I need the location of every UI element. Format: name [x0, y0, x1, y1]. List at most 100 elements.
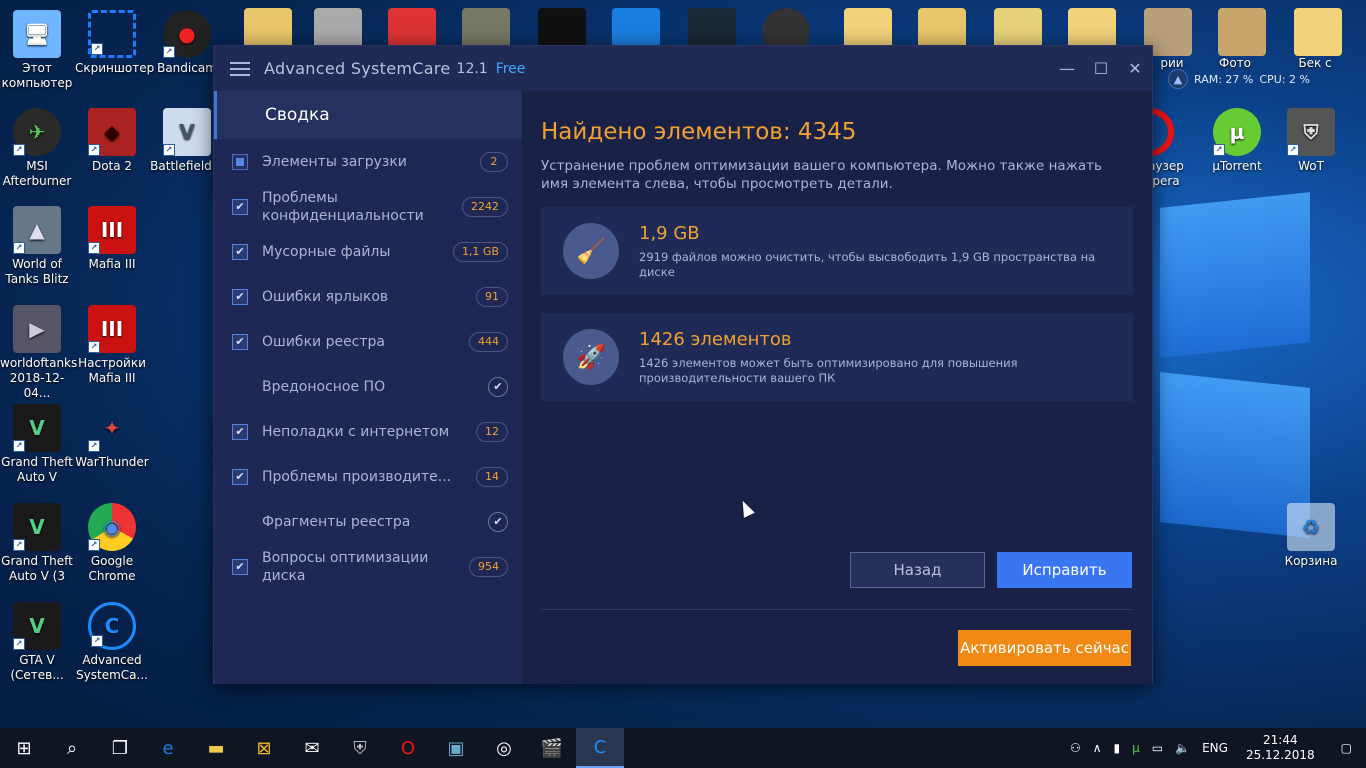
close-button[interactable]: ✕: [1118, 46, 1152, 91]
found-description: Устранение проблем оптимизации вашего ко…: [541, 158, 1102, 192]
results-panel: Найдено элементов: 4345 Устранение пробл…: [522, 91, 1152, 684]
sidebar-item-internet[interactable]: ✔ Неполадки с интернетом 12: [214, 409, 522, 454]
desktop-icon-wot[interactable]: ⛨ ↗ WoT: [1274, 108, 1348, 174]
checkbox-privacy[interactable]: ✔: [232, 198, 248, 215]
edge-taskbar-icon[interactable]: e: [144, 728, 192, 768]
desktop-icon-dota2[interactable]: ◆ ↗ Dota 2: [75, 108, 149, 174]
video-editor-icon[interactable]: 🎬: [528, 728, 576, 768]
search-icon[interactable]: ⌕: [48, 728, 96, 768]
utorrent-tray-icon[interactable]: µ: [1126, 741, 1146, 755]
rocket-icon: 🚀: [563, 329, 619, 385]
gta-icon: V ↗: [13, 602, 61, 650]
people-icon[interactable]: ⚇: [1064, 741, 1087, 755]
checkbox-performance[interactable]: ✔: [232, 468, 248, 485]
minimize-button[interactable]: —: [1050, 46, 1084, 91]
back-button[interactable]: Назад: [850, 552, 985, 588]
count-badge: 1,1 GB: [452, 241, 508, 262]
start-button[interactable]: ⊞: [0, 728, 48, 768]
clock-time: 21:44: [1263, 733, 1298, 747]
sidebar-item-startup[interactable]: Элементы загрузки 2: [214, 139, 522, 184]
desktop-icon-recycle-bin[interactable]: ♻ Корзина: [1274, 503, 1348, 569]
broom-icon: 🧹: [563, 223, 619, 279]
system-monitor-widget[interactable]: ▲ RAM: 27 % CPU: 2 %: [1168, 68, 1360, 90]
systemcare-taskbar-icon[interactable]: C: [576, 728, 624, 768]
wallpaper-beams: [1130, 170, 1366, 700]
rocket-icon: ▲: [1168, 69, 1188, 89]
desktop-icon-mafia3[interactable]: III ↗ Mafia III: [75, 206, 149, 272]
sidebar-item-performance[interactable]: ✔ Проблемы производите... 14: [214, 454, 522, 499]
network-icon[interactable]: ▭: [1146, 741, 1169, 755]
checkbox-junk[interactable]: ✔: [232, 243, 248, 260]
mafia-icon: III ↗: [88, 305, 136, 353]
sidebar-item-shortcuts[interactable]: ✔ Ошибки ярлыков 91: [214, 274, 522, 319]
app-title: Advanced SystemCare: [264, 59, 451, 78]
sidebar-item-privacy[interactable]: ✔ Проблемы конфиденциальности 2242: [214, 184, 522, 229]
opera-taskbar-icon[interactable]: O: [384, 728, 432, 768]
screenshot-icon: ↗: [88, 10, 136, 58]
sidebar-item-junk[interactable]: ✔ Мусорные файлы 1,1 GB: [214, 229, 522, 274]
language-indicator[interactable]: ENG: [1196, 741, 1234, 755]
advanced-systemcare-window: Advanced SystemCare 12.1 Free — ☐ ✕ Свод…: [213, 45, 1153, 684]
result-card-performance[interactable]: 🚀 1426 элементов 1426 элементов может бы…: [541, 313, 1133, 401]
desktop-icon-warthunder[interactable]: ✦ ↗ WarThunder: [75, 404, 149, 470]
steelseries-icon[interactable]: ◎: [480, 728, 528, 768]
desktop-icon-gta5[interactable]: V ↗ Grand Theft Auto V: [0, 404, 74, 485]
mail-icon[interactable]: ✉: [288, 728, 336, 768]
checkbox-registry[interactable]: ✔: [232, 333, 248, 350]
sidebar-header-label: Сводка: [265, 105, 330, 125]
desktop-icon-wot-blitz[interactable]: ▲ ↗ World of Tanks Blitz: [0, 206, 74, 287]
count-badge: 444: [469, 331, 508, 352]
desktop-icon-advanced-systemcare[interactable]: C ↗ Advanced SystemCa...: [75, 602, 149, 683]
notifications-icon[interactable]: ▢: [1327, 741, 1366, 755]
menu-icon[interactable]: [230, 61, 250, 76]
activate-now-button[interactable]: Активировать сейчас: [958, 630, 1131, 666]
app-version: 12.1: [456, 60, 488, 77]
sidebar-item-disk-optimization[interactable]: ✔ Вопросы оптимизации диска 954: [214, 544, 522, 589]
count-badge: 12: [476, 421, 508, 442]
task-view-icon[interactable]: ❐: [96, 728, 144, 768]
wot-taskbar-icon[interactable]: ⛨: [336, 728, 384, 768]
checkbox-startup[interactable]: [232, 153, 248, 170]
desktop-icon-wot-video[interactable]: ▶ worldoftanks 2018-12-04...: [0, 305, 77, 401]
sidebar-item-summary[interactable]: Сводка: [214, 91, 522, 139]
file-explorer-icon[interactable]: ▬: [192, 728, 240, 768]
desktop-icon-mafia3-settings[interactable]: III ↗ Настройки Mafia III: [75, 305, 149, 386]
result-card-junk[interactable]: 🧹 1,9 GB 2919 файлов можно очистить, что…: [541, 207, 1133, 295]
desktop-icon-gta5-alt[interactable]: V ↗ Grand Theft Auto V (3: [0, 503, 74, 584]
store-icon[interactable]: ⊠: [240, 728, 288, 768]
signal-icon[interactable]: ▮: [1108, 741, 1127, 755]
desktop-icon-gta5-online[interactable]: V ↗ GTA V (Сетев...: [0, 602, 74, 683]
control-panel-icon[interactable]: ▣: [432, 728, 480, 768]
count-badge: 954: [469, 556, 508, 577]
maximize-button[interactable]: ☐: [1084, 46, 1118, 91]
dota-icon: ◆ ↗: [88, 108, 136, 156]
sidebar-item-registry-fragments[interactable]: Фрагменты реестра ✔: [214, 499, 522, 544]
folder-icon[interactable]: [1218, 8, 1266, 56]
desktop-icon-chrome[interactable]: ◉ ↗ Google Chrome: [75, 503, 149, 584]
system-tray: ⚇ ∧ ▮ µ ▭ 🔈 ENG 21:44 25.12.2018 ▢: [1064, 728, 1366, 768]
desktop-icon-msi-afterburner[interactable]: ✈ ↗ MSI Afterburner: [0, 108, 74, 189]
clock[interactable]: 21:44 25.12.2018: [1234, 733, 1327, 763]
cpu-usage: CPU: 2 %: [1259, 72, 1310, 86]
card-text: 1426 элементов может быть оптимизировано…: [639, 355, 1018, 385]
sidebar-item-registry[interactable]: ✔ Ошибки реестра 444: [214, 319, 522, 364]
title-bar[interactable]: Advanced SystemCare 12.1 Free — ☐ ✕: [214, 46, 1152, 91]
card-value: 1426 элементов: [639, 328, 792, 350]
desktop-icon-utorrent[interactable]: µ ↗ µTorrent: [1200, 108, 1274, 174]
check-circle-icon: ✔: [488, 511, 508, 532]
chevron-up-icon[interactable]: ∧: [1087, 741, 1108, 755]
checkbox-internet[interactable]: ✔: [232, 423, 248, 440]
sidebar-item-malware[interactable]: Вредоносное ПО ✔: [214, 364, 522, 409]
fix-button[interactable]: Исправить: [997, 552, 1132, 588]
checkbox-shortcuts[interactable]: ✔: [232, 288, 248, 305]
chrome-icon: ◉ ↗: [88, 503, 136, 551]
taskbar: ⊞ ⌕ ❐ e ▬ ⊠ ✉ ⛨ O ▣ ◎ 🎬 C ⚇ ∧ ▮ µ ▭ 🔈 EN…: [0, 728, 1366, 768]
count-badge: 14: [476, 466, 508, 487]
checkbox-disk[interactable]: ✔: [232, 558, 248, 575]
desktop-icon-this-pc[interactable]: 🖥 Этот компьютер: [0, 10, 74, 91]
clock-date: 25.12.2018: [1245, 748, 1315, 762]
volume-icon[interactable]: 🔈: [1169, 741, 1196, 755]
sidebar: Сводка Элементы загрузки 2 ✔ Проблемы ко…: [214, 91, 522, 684]
folder-icon[interactable]: [1294, 8, 1342, 56]
desktop-icon-screenshoter[interactable]: ↗ Скриншотер: [75, 10, 154, 76]
